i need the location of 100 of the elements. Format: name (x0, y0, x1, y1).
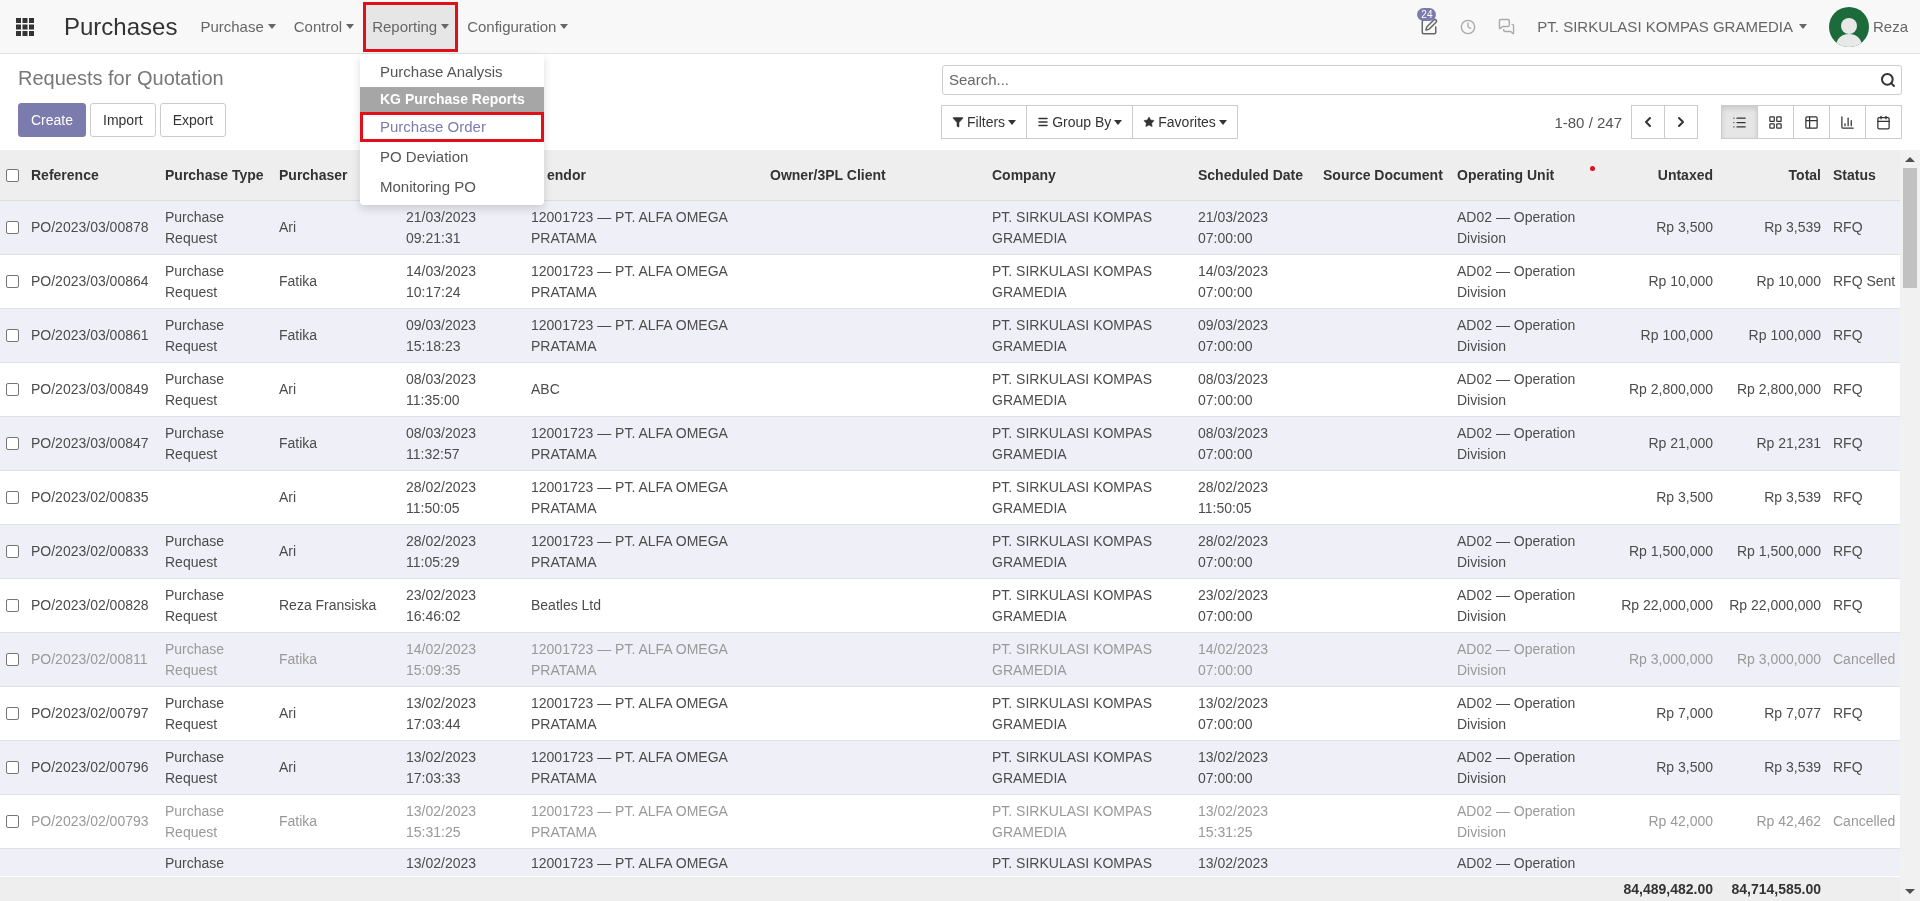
menu-item[interactable]: Purchase Order (360, 112, 544, 142)
table-row[interactable]: PO/2023/02/00835 Ari 28/02/2023 11:50:05 12001723 — PT. ALFA OMEGA PRATAMA PT. SIRKULASI KOMPAS GRAMEDIA 28/02/2023 11:50:05 Rp 3,500 Rp 3,539 RFQ (0, 470, 1900, 525)
scroll-up-icon[interactable] (1905, 156, 1915, 164)
previous-button[interactable] (1631, 105, 1665, 140)
table-cell: PT. SIRKULASI KOMPAS GRAMEDIA (992, 748, 1152, 786)
table-cell: Rp 3,000,000 (1736, 651, 1821, 667)
table-cell: AD02 — Operation Division (1457, 694, 1576, 732)
table-cell: 28/02/2023 11:50:05 (1198, 478, 1269, 516)
table-cell: PO/2023/02/00828 (31, 597, 149, 613)
table-cell: PT. SIRKULASI KOMPAS GRAMEDIA (992, 370, 1152, 408)
table-cell: Rp 10,000 (1648, 273, 1713, 289)
menu-item[interactable]: Purchase Analysis (360, 57, 544, 87)
table-cell: Purchase Request (165, 370, 225, 408)
table-cell: AD02 — Operation Division (1457, 802, 1576, 840)
scrollbar-thumb[interactable] (1903, 168, 1917, 288)
table-cell: 13/02/2023 17:03:44 (406, 694, 477, 732)
calendar-view-button[interactable] (1865, 105, 1902, 140)
column-header[interactable]: Status (1833, 167, 1876, 183)
row-checkbox[interactable] (6, 491, 19, 504)
table-cell: 14/03/2023 07:00:00 (1198, 262, 1269, 300)
table-row[interactable]: PO/2023/02/00828 Purchase Request Reza Fransiska 23/02/2023 16:46:02 Beatles Ltd PT. SIRKULASI KOMPAS GRAMEDIA 23/02/2023 07:00:00 AD02 — Operation Division Rp 22,000,000 Rp 22,000,000 RFQ (0, 578, 1900, 633)
row-checkbox[interactable] (6, 383, 19, 396)
column-header[interactable]: Reference (31, 167, 99, 183)
activity-icon[interactable] (1420, 17, 1439, 36)
table-cell: PT. SIRKULASI KOMPAS GRAMEDIA (992, 694, 1152, 732)
table-cell: Rp 3,500 (1656, 489, 1713, 505)
activity-count: 24 (1417, 7, 1437, 21)
table-cell: RFQ Sent (1833, 273, 1896, 289)
column-header[interactable]: Untaxed (1657, 167, 1713, 183)
table-cell: 13/02/2023 07:00:00 (1198, 748, 1269, 786)
menu-item[interactable]: Purchase (191, 1, 285, 52)
table-cell: AD02 — Operation Division (1457, 640, 1576, 678)
column-header[interactable]: Purchaser (279, 167, 348, 183)
row-checkbox[interactable] (6, 815, 19, 828)
table-cell: 28/02/2023 11:50:05 (406, 478, 477, 516)
row-checkbox[interactable] (6, 599, 19, 612)
table-cell: PT. SIRKULASI KOMPAS GRAMEDIA (992, 586, 1152, 624)
menu-item[interactable]: Reporting (363, 1, 459, 52)
scrollbar[interactable] (1900, 150, 1920, 901)
table-cell: Purchase Request (165, 640, 225, 678)
table-row[interactable]: PO/2023/02/00797 Purchase Request Ari 13/02/2023 17:03:44 12001723 — PT. ALFA OMEGA PRATAMA PT. SIRKULASI KOMPAS GRAMEDIA 13/02/2023 07:00:00 AD02 — Operation Division Rp 7,000 Rp 7,077 RFQ (0, 686, 1900, 741)
menu-section-label: KG Purchase Reports (360, 87, 544, 112)
row-checkbox[interactable] (6, 275, 19, 288)
filter-icon (952, 116, 964, 129)
list-view-button[interactable] (1721, 105, 1758, 140)
row-checkbox[interactable] (6, 707, 19, 720)
search-icon[interactable] (1880, 71, 1896, 88)
user-name[interactable]: Reza (1872, 18, 1908, 35)
column-header[interactable]: Total (1788, 167, 1821, 183)
table-cell: PT. SIRKULASI KOMPAS GRAMEDIA (992, 262, 1152, 300)
table-cell: AD02 — Operation Division (1457, 316, 1576, 354)
menu-item[interactable]: Control (284, 1, 364, 52)
menu-item[interactable]: Configuration (458, 1, 578, 52)
table-cell: 12001723 — PT. ALFA OMEGA PRATAMA (531, 262, 728, 300)
table-cell: PT. SIRKULASI KOMPAS GRAMEDIA (992, 424, 1152, 462)
graph-view-button[interactable] (1829, 105, 1866, 140)
column-header[interactable]: Owner/3PL Client (770, 167, 886, 183)
column-header[interactable]: endor (547, 167, 586, 183)
filter-button[interactable]: Group By (1026, 105, 1134, 140)
action-button[interactable]: Create (18, 103, 87, 137)
row-checkbox[interactable] (6, 437, 19, 450)
table-row[interactable]: PO/2023/02/00796 Purchase Request Ari 13/02/2023 17:03:33 12001723 — PT. ALFA OMEGA PRATAMA PT. SIRKULASI KOMPAS GRAMEDIA 13/02/2023 07:00:00 AD02 — Operation Division Rp 3,500 Rp 3,539 RFQ (0, 740, 1900, 795)
menu-item[interactable]: Monitoring PO (360, 172, 544, 202)
table-cell: Fatika (279, 327, 318, 343)
search-field[interactable]: Search... (942, 64, 1902, 95)
table-row[interactable]: PO/2023/02/00833 Purchase Request Ari 28/02/2023 11:05:29 12001723 — PT. ALFA OMEGA PRATAMA PT. SIRKULASI KOMPAS GRAMEDIA 28/02/2023 07:00:00 AD02 — Operation Division Rp 1,500,000 Rp 1,500,000 RFQ (0, 524, 1900, 579)
menu-item[interactable]: PO Deviation (360, 142, 544, 172)
table-cell: Rp 2,800,000 (1628, 381, 1713, 397)
apps-grid-icon[interactable] (16, 17, 34, 36)
caret-icon (346, 24, 355, 29)
row-checkbox[interactable] (6, 653, 19, 666)
next-button[interactable] (1664, 105, 1698, 140)
table-cell: Ari (279, 705, 297, 721)
pivot-view-button[interactable] (1793, 105, 1830, 140)
table-cell: 12001723 — PT. ALFA OMEGA PRATAMA (531, 478, 728, 516)
table-cell: 14/02/2023 15:09:35 (406, 640, 477, 678)
table-cell: RFQ (1833, 327, 1863, 343)
table-cell: RFQ (1833, 705, 1863, 721)
row-checkbox[interactable] (6, 329, 19, 342)
row-checkbox[interactable] (6, 761, 19, 774)
avatar[interactable] (1828, 6, 1869, 47)
table-cell: AD02 — Operation Division (1457, 748, 1576, 786)
caret-icon (1008, 119, 1017, 125)
filter-button[interactable]: Favorites (1132, 105, 1238, 140)
table-cell: Purchase Request (165, 532, 225, 570)
row-checkbox[interactable] (6, 545, 19, 558)
table-cell: Cancelled (1833, 651, 1896, 667)
select-all-checkbox[interactable] (6, 168, 19, 182)
row-checkbox[interactable] (6, 221, 19, 234)
table-row[interactable]: PO/2023/03/00849 Purchase Request Ari 08/03/2023 11:35:00 ABC PT. SIRKULASI KOMPAS GRAMEDIA 08/03/2023 07:00:00 AD02 — Operation Division Rp 2,800,000 Rp 2,800,000 RFQ (0, 362, 1900, 417)
table-row[interactable]: PO/2023/03/00864 Purchase Request Fatika 14/03/2023 10:17:24 12001723 — PT. ALFA OMEGA PRATAMA PT. SIRKULASI KOMPAS GRAMEDIA 14/03/2023 07:00:00 AD02 — Operation Division Rp 10,000 Rp 10,000 RFQ Sent (0, 254, 1900, 309)
filter-button[interactable]: Filters (941, 105, 1028, 140)
table-row[interactable]: Purchase 13/02/2023 12001723 — PT. ALFA OMEGA PT. SIRKULASI KOMPAS 13/02/2023 AD02 — Operation (0, 848, 1900, 876)
kanban-view-button[interactable] (1757, 105, 1794, 140)
column-header[interactable]: Company (992, 167, 1056, 183)
scroll-down-icon[interactable] (1905, 887, 1915, 895)
action-button[interactable]: Import (90, 103, 156, 137)
action-button[interactable]: Export (159, 103, 227, 137)
company-switcher[interactable]: PT. SIRKULASI KOMPAS GRAMEDIA (1537, 18, 1807, 35)
table-cell: 12001723 — PT. ALFA OMEGA PRATAMA (531, 424, 728, 462)
